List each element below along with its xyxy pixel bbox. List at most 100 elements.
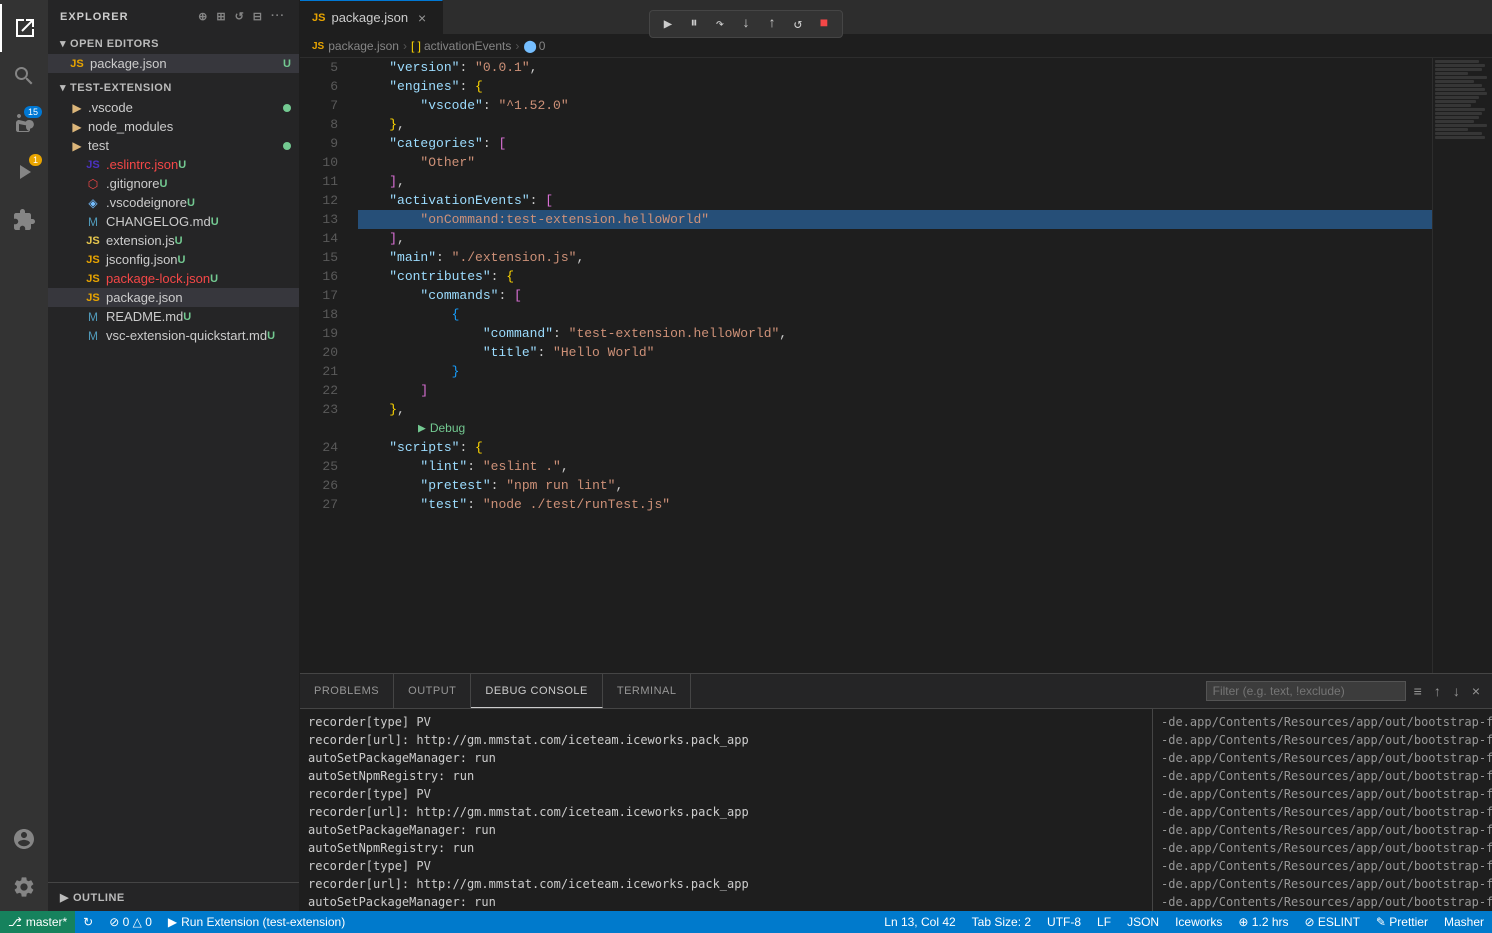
status-prettier[interactable]: ✎ Prettier (1368, 911, 1436, 933)
status-tab-size[interactable]: Tab Size: 2 (964, 911, 1039, 933)
panel-scroll-top[interactable]: ↑ (1430, 681, 1445, 701)
debug-restart-btn[interactable]: ↺ (786, 13, 810, 35)
sidebar-item-vscode[interactable]: ▶ .vscode (48, 98, 299, 117)
sidebar-item-quickstart[interactable]: M vsc-extension-quickstart.md U (48, 326, 299, 345)
test-extension-section[interactable]: ▾ TEST-EXTENSION (48, 77, 299, 98)
breadcrumb-sep2: › (515, 39, 519, 53)
breadcrumb-index[interactable]: ⬤ 0 (523, 39, 545, 53)
status-language[interactable]: JSON (1119, 911, 1167, 933)
code-line-13: "onCommand:test-extension.helloWorld" (358, 210, 1432, 229)
console-line: recorder[type] PV (308, 857, 1144, 875)
debug-continue-btn[interactable]: ▶ (656, 13, 680, 35)
panel-filter-input[interactable] (1206, 681, 1406, 701)
console-line: recorder[url]: http://gm.mmstat.com/icet… (308, 875, 1144, 893)
tab-terminal[interactable]: TERMINAL (603, 674, 692, 708)
vscodeignore-icon: ◈ (84, 196, 102, 210)
tab-problems[interactable]: PROBLEMS (300, 674, 394, 708)
sidebar-item-extension-js[interactable]: JS extension.js U (48, 231, 299, 250)
outline-section-label[interactable]: ▶ OUTLINE (48, 887, 299, 908)
code-content[interactable]: "version": "0.0.1", "engines": { "vscode… (350, 58, 1432, 673)
open-editors-section[interactable]: ▾ Open Editors (48, 33, 299, 54)
sidebar-item-readme[interactable]: M README.md U (48, 307, 299, 326)
status-iceworks[interactable]: Iceworks (1167, 911, 1230, 933)
panel-right-output[interactable]: -de.app/Contents/Resources/app/out/boots… (1152, 709, 1492, 933)
new-file-icon[interactable]: ⊕ (196, 8, 210, 25)
tab-close-btn[interactable]: × (414, 10, 430, 26)
activity-item-search[interactable] (0, 52, 48, 100)
line-numbers: 5 6 7 8 9 10 11 12 13 14 15 16 17 18 19 … (300, 58, 350, 673)
breadcrumb-file[interactable]: package.json (328, 39, 399, 53)
status-errors[interactable]: ⊘ 0 △ 0 (101, 911, 160, 933)
status-eslint[interactable]: ⊘ ESLINT (1297, 911, 1368, 933)
debug-pause-btn[interactable]: ⏸ (682, 13, 706, 35)
sidebar-item-node-modules[interactable]: ▶ node_modules (48, 117, 299, 136)
console-line: recorder[url]: http://gm.mmstat.com/icet… (308, 731, 1144, 749)
activity-item-accounts[interactable] (0, 815, 48, 863)
main-layout: Explorer ⊕ ⊞ ↺ ⊟ ··· ▾ Open Editors JS p… (48, 0, 1492, 933)
debug-stepinto-btn[interactable]: ↓ (734, 13, 758, 35)
problems-label: PROBLEMS (314, 685, 379, 697)
sidebar-item-jsconfig[interactable]: JS jsconfig.json U (48, 250, 299, 269)
status-branch[interactable]: ⎇ master* (0, 911, 75, 933)
panel-scroll-bottom[interactable]: ↓ (1449, 681, 1464, 701)
status-wifi[interactable]: ⊕ 1.2 hrs (1230, 911, 1296, 933)
sidebar-item-gitignore[interactable]: ⬡ .gitignore U (48, 174, 299, 193)
gitignore-name: .gitignore (106, 176, 159, 191)
status-run-extension[interactable]: ▶ Run Extension (test-extension) (160, 911, 353, 933)
debug-stop-btn[interactable]: ■ (812, 13, 836, 35)
sidebar-header-icons: ⊕ ⊞ ↺ ⊟ ··· (196, 8, 287, 25)
panel-close[interactable]: × (1468, 681, 1484, 701)
panel-body: recorder[type] PV recorder[url]: http://… (300, 709, 1492, 933)
collapse-icon[interactable]: ⊟ (251, 8, 265, 25)
sidebar-item-test[interactable]: ▶ test (48, 136, 299, 155)
sidebar-item-eslintrc[interactable]: JS .eslintrc.json U (48, 155, 299, 174)
tab-package-json[interactable]: JS package.json × (300, 0, 443, 34)
code-line-15: "main": "./extension.js", (358, 248, 1432, 267)
sidebar-item-changelog[interactable]: M CHANGELOG.md U (48, 212, 299, 231)
status-cursor[interactable]: Ln 13, Col 42 (876, 911, 963, 933)
status-eol[interactable]: LF (1089, 911, 1119, 933)
encoding-label: UTF-8 (1047, 915, 1081, 929)
new-folder-icon[interactable]: ⊞ (214, 8, 228, 25)
open-editors-arrow: ▾ (60, 37, 66, 50)
panel-toggle-wordwrap[interactable]: ≡ (1410, 681, 1426, 701)
panel-tab-actions: ≡ ↑ ↓ × (1198, 674, 1492, 708)
activity-item-explorer[interactable] (0, 4, 48, 52)
panel-console-output[interactable]: recorder[type] PV recorder[url]: http://… (300, 709, 1152, 933)
sidebar-item-package-lock[interactable]: JS package-lock.json U (48, 269, 299, 288)
test-dot (283, 142, 291, 150)
folder-icon-3: ▶ (68, 139, 86, 153)
status-encoding[interactable]: UTF-8 (1039, 911, 1089, 933)
changelog-modified: U (211, 216, 219, 228)
breadcrumb-index-label: 0 (539, 39, 546, 53)
activity-item-run[interactable]: 1 (0, 148, 48, 196)
code-line-16: "contributes": { (358, 267, 1432, 286)
extensionjs-modified: U (175, 235, 183, 247)
activity-item-scm[interactable]: 15 (0, 100, 48, 148)
code-line-5: "version": "0.0.1", (358, 58, 1432, 77)
node-modules-name: node_modules (88, 119, 173, 134)
more-actions-icon[interactable]: ··· (269, 8, 287, 25)
activity-item-settings[interactable] (0, 863, 48, 911)
open-editor-package-json[interactable]: JS package.json U (48, 54, 299, 73)
code-editor[interactable]: 5 6 7 8 9 10 11 12 13 14 15 16 17 18 19 … (300, 58, 1492, 673)
sidebar-item-package-json[interactable]: JS package.json (48, 288, 299, 307)
jsconfig-modified: U (178, 254, 186, 266)
code-line-27: "test": "node ./test/runTest.js" (358, 495, 1432, 514)
jsconfig-name: jsconfig.json (106, 252, 178, 267)
activity-item-extensions[interactable] (0, 196, 48, 244)
sidebar-item-vscodeignore[interactable]: ◈ .vscodeignore U (48, 193, 299, 212)
code-line-11: ], (358, 172, 1432, 191)
tab-output[interactable]: OUTPUT (394, 674, 471, 708)
breadcrumb-section[interactable]: [ ] activationEvents (411, 39, 511, 53)
tab-debug-console[interactable]: DEBUG CONSOLE (471, 674, 602, 708)
right-console-line: -de.app/Contents/Resources/app/out/boots… (1161, 767, 1484, 785)
status-masher[interactable]: Masher (1436, 911, 1492, 933)
right-console-line: -de.app/Contents/Resources/app/out/boots… (1161, 875, 1484, 893)
debug-stepover-btn[interactable]: ↷ (708, 13, 732, 35)
json-icon: JS (68, 58, 86, 70)
refresh-icon[interactable]: ↺ (233, 8, 247, 25)
debug-inline-label[interactable]: Debug (430, 419, 465, 438)
status-sync[interactable]: ↻ (75, 911, 101, 933)
debug-stepout-btn[interactable]: ↑ (760, 13, 784, 35)
